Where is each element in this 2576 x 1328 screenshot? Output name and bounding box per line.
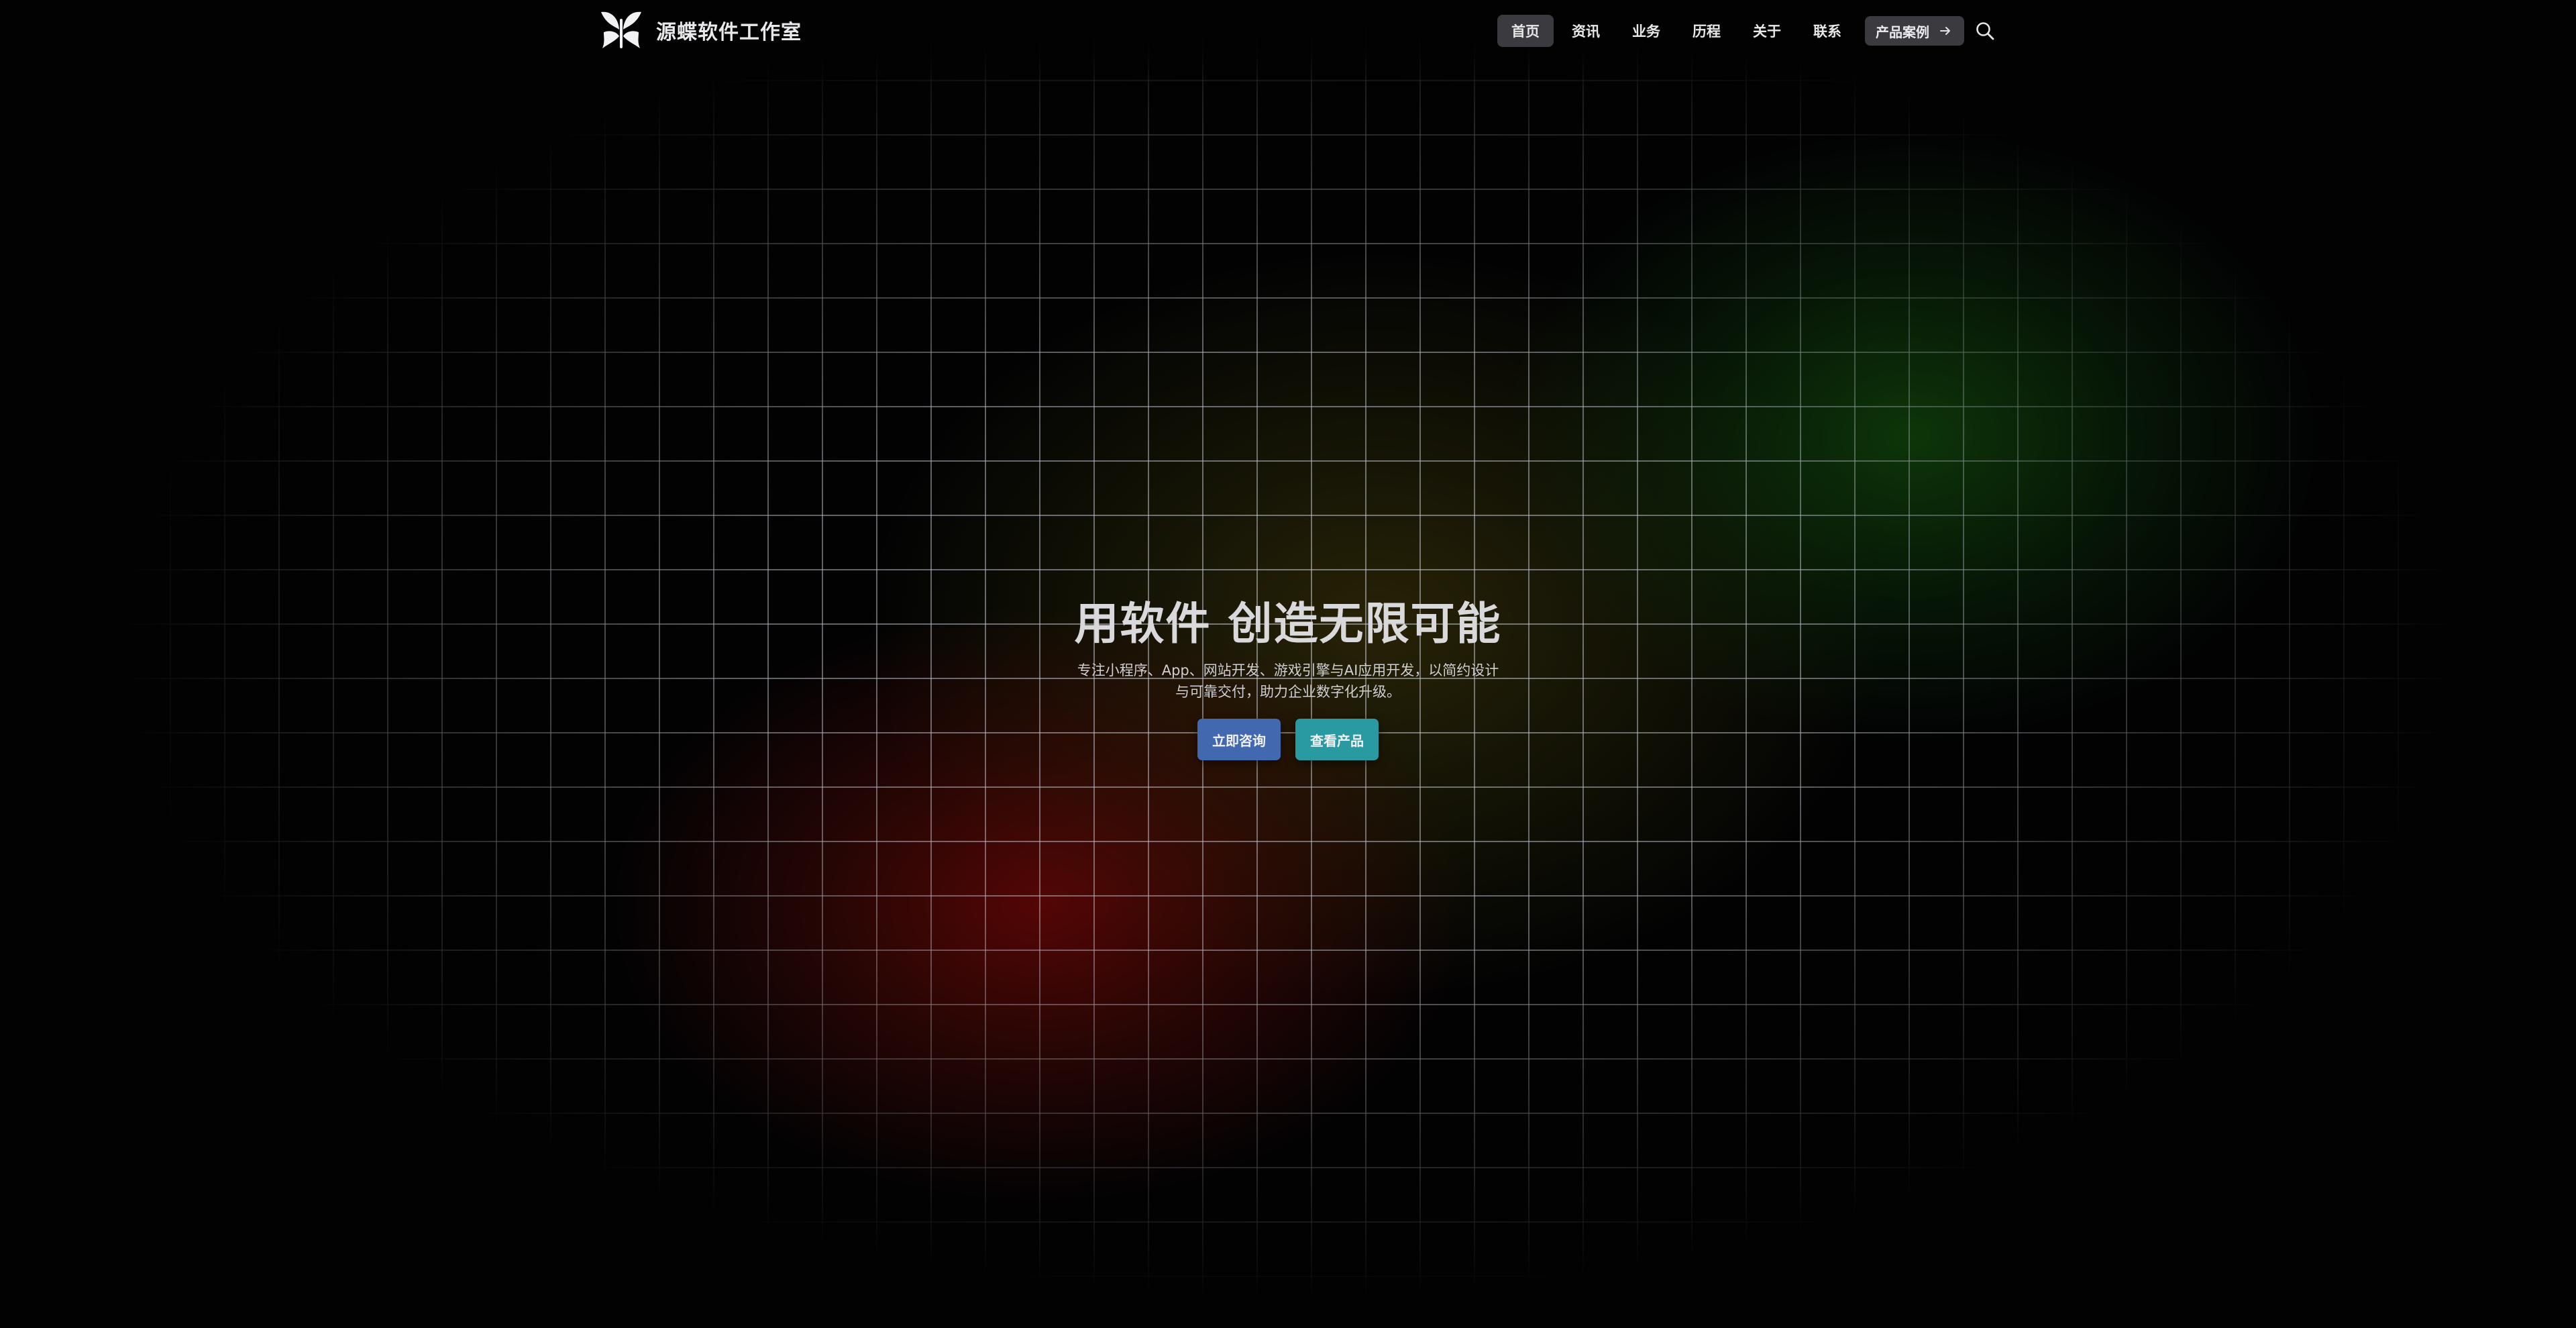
brand-name: 源蝶软件工作室 xyxy=(656,21,802,44)
arrow-right-icon xyxy=(1940,27,1950,35)
nav-item-home[interactable]: 首页 xyxy=(1497,15,1554,47)
brand-logo[interactable]: 源蝶软件工作室 xyxy=(597,9,802,51)
site-header: 源蝶软件工作室 首页 资讯 业务 历程 关于 联系 产品案例 xyxy=(0,0,2576,62)
search-icon xyxy=(1976,22,1994,40)
view-products-button[interactable]: 查看产品 xyxy=(1295,719,1379,761)
consult-now-button[interactable]: 立即咨询 xyxy=(1197,719,1281,761)
search-button[interactable] xyxy=(1974,19,1996,42)
nav-item-about[interactable]: 关于 xyxy=(1739,15,1795,47)
nav-item-history[interactable]: 历程 xyxy=(1678,15,1735,47)
hero-subtitle: 专注小程序、App、网站开发、游戏引擎与AI应用开发，以简约设计与可靠交付，助力… xyxy=(1077,662,1499,701)
hero-buttons: 立即咨询 查看产品 xyxy=(885,719,1690,761)
page-root: 源蝶软件工作室 首页 资讯 业务 历程 关于 联系 产品案例 用软件 创造无限可… xyxy=(0,0,2576,1328)
nav-item-news[interactable]: 资讯 xyxy=(1558,15,1614,47)
main-nav: 首页 资讯 业务 历程 关于 联系 产品案例 xyxy=(1497,15,1996,47)
hero-title: 用软件 创造无限可能 xyxy=(1074,598,1502,650)
butterfly-icon xyxy=(601,11,641,48)
product-cases-button[interactable]: 产品案例 xyxy=(1865,16,1964,46)
nav-item-contact[interactable]: 联系 xyxy=(1799,15,1856,47)
hero-section: 用软件 创造无限可能 专注小程序、App、网站开发、游戏引擎与AI应用开发，以简… xyxy=(885,597,1690,761)
nav-item-business[interactable]: 业务 xyxy=(1618,15,1674,47)
product-cases-label: 产品案例 xyxy=(1876,23,1929,40)
